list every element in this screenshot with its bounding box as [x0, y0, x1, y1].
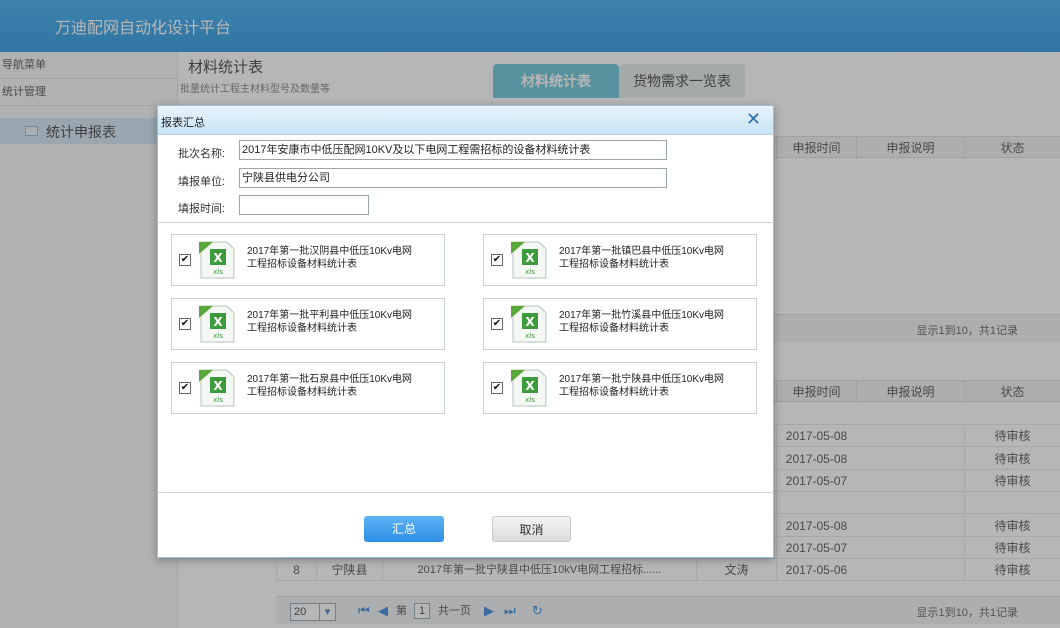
file-card[interactable]: ✔ X xls 2017年第一批镇巴县中低压10Kv电网 工程招标设备材料统计表: [483, 234, 757, 286]
file-card[interactable]: ✔ X xls 2017年第一批平利县中低压10Kv电网 工程招标设备材料统计表: [171, 298, 445, 350]
file-name: 2017年第一批竹溪县中低压10Kv电网 工程招标设备材料统计表: [559, 310, 725, 334]
report-time-field[interactable]: [239, 195, 369, 215]
file-checkbox[interactable]: ✔: [179, 254, 191, 266]
svg-text:xls: xls: [525, 268, 535, 276]
file-card[interactable]: ✔ X xls 2017年第一批石泉县中低压10Kv电网 工程招标设备材料统计表: [171, 362, 445, 414]
cancel-button[interactable]: 取消: [492, 516, 571, 542]
report-unit-field[interactable]: 宁陕县供电分公司: [239, 168, 667, 188]
svg-text:xls: xls: [213, 268, 223, 276]
svg-text:X: X: [525, 315, 535, 329]
file-name: 2017年第一批镇巴县中低压10Kv电网 工程招标设备材料统计表: [559, 246, 725, 270]
close-icon[interactable]: ✕: [746, 109, 761, 130]
svg-text:X: X: [525, 251, 535, 265]
report-summary-dialog: 报表汇总 ✕ 批次名称: 2017年安康市中低压配网10KV及以下电网工程需招标…: [157, 105, 774, 558]
file-checkbox[interactable]: ✔: [179, 382, 191, 394]
excel-file-icon: X xls: [511, 241, 547, 279]
svg-text:xls: xls: [525, 396, 535, 404]
file-name: 2017年第一批平利县中低压10Kv电网 工程招标设备材料统计表: [247, 310, 413, 334]
file-name: 2017年第一批汉阴县中低压10Kv电网 工程招标设备材料统计表: [247, 246, 413, 270]
batch-name-field[interactable]: 2017年安康市中低压配网10KV及以下电网工程需招标的设备材料统计表: [239, 140, 667, 160]
excel-file-icon: X xls: [199, 369, 235, 407]
file-card[interactable]: ✔ X xls 2017年第一批宁陕县中低压10Kv电网 工程招标设备材料统计表: [483, 362, 757, 414]
dialog-title: 报表汇总: [161, 117, 205, 129]
svg-text:X: X: [213, 379, 223, 393]
svg-text:X: X: [213, 315, 223, 329]
svg-text:xls: xls: [213, 396, 223, 404]
svg-text:X: X: [525, 379, 535, 393]
excel-file-icon: X xls: [511, 369, 547, 407]
file-checkbox[interactable]: ✔: [491, 254, 503, 266]
divider: [158, 222, 773, 223]
batch-name-label: 批次名称:: [178, 148, 226, 160]
excel-file-icon: X xls: [199, 241, 235, 279]
svg-text:xls: xls: [213, 332, 223, 340]
report-time-label: 填报时间:: [178, 203, 226, 215]
file-checkbox[interactable]: ✔: [491, 382, 503, 394]
file-checkbox[interactable]: ✔: [491, 318, 503, 330]
file-name: 2017年第一批宁陕县中低压10Kv电网 工程招标设备材料统计表: [559, 374, 725, 398]
dialog-header: 报表汇总 ✕: [158, 106, 773, 135]
file-card[interactable]: ✔ X xls 2017年第一批竹溪县中低压10Kv电网 工程招标设备材料统计表: [483, 298, 757, 350]
summarize-button[interactable]: 汇总: [364, 516, 444, 542]
file-checkbox[interactable]: ✔: [179, 318, 191, 330]
excel-file-icon: X xls: [511, 305, 547, 343]
report-unit-label: 填报单位:: [178, 176, 226, 188]
file-name: 2017年第一批石泉县中低压10Kv电网 工程招标设备材料统计表: [247, 374, 413, 398]
excel-file-icon: X xls: [199, 305, 235, 343]
svg-text:X: X: [213, 251, 223, 265]
file-card[interactable]: ✔ X xls 2017年第一批汉阴县中低压10Kv电网 工程招标设备材料统计表: [171, 234, 445, 286]
divider: [158, 492, 773, 493]
svg-text:xls: xls: [525, 332, 535, 340]
